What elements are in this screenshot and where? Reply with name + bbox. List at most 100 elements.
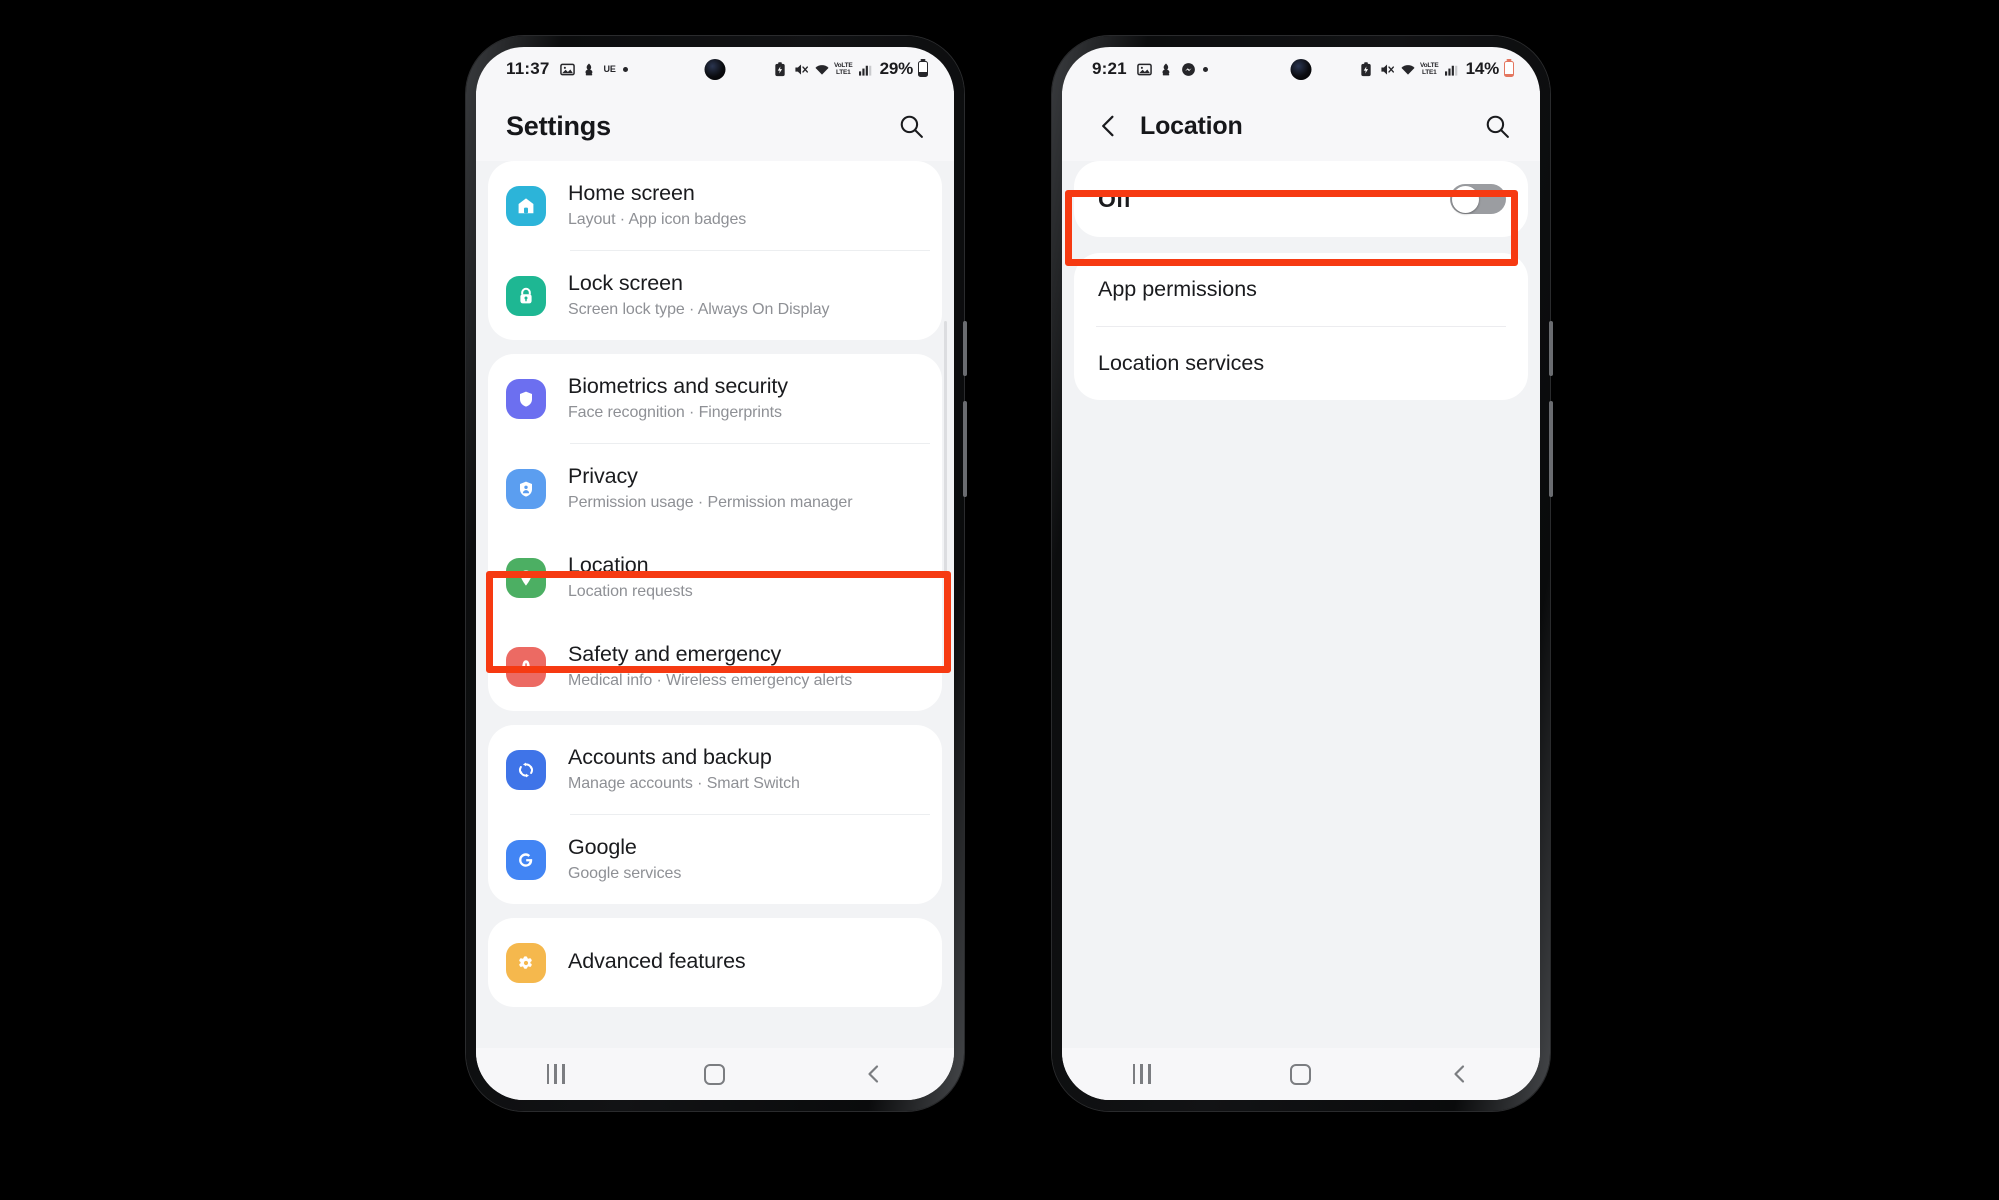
dot-indicator [1202, 66, 1208, 72]
gear-star-icon [506, 942, 546, 983]
item-label: App permissions [1098, 277, 1257, 301]
item-title: Accounts and backup [568, 745, 772, 769]
settings-group-accounts: Accounts and backup Manage accounts · Sm… [488, 725, 942, 904]
gallery-icon [1137, 62, 1152, 77]
shield-icon [506, 378, 546, 419]
location-toggle-card: Off [1074, 161, 1528, 237]
status-right-group: VoLTE LTE1 14% [1360, 59, 1514, 79]
settings-item-google[interactable]: Google Google services [488, 815, 942, 904]
status-bar-right: 9:21 VoLTE LTE1 14% [1062, 47, 1540, 91]
location-pin-icon [506, 557, 546, 598]
item-subtitle: Google services [568, 865, 682, 882]
item-title: Lock screen [568, 271, 683, 295]
status-left-group: 11:37 UE [506, 59, 628, 79]
google-g-icon [506, 839, 546, 880]
settings-item-accounts-and-backup[interactable]: Accounts and backup Manage accounts · Sm… [488, 725, 942, 814]
item-subtitle: Screen lock type · Always On Display [568, 301, 830, 318]
sync-icon [506, 749, 546, 790]
battery-icon [918, 61, 928, 77]
battery-saver-icon [1360, 61, 1375, 77]
item-subtitle: Location requests [568, 583, 693, 600]
download-icon [582, 62, 597, 77]
item-subtitle: Layout · App icon badges [568, 211, 747, 228]
home-icon [506, 185, 546, 226]
back-button[interactable] [1425, 1054, 1495, 1094]
wifi-icon [1400, 62, 1415, 77]
power-button-right[interactable] [1549, 321, 1553, 376]
phone-left: 11:37 UE VoLTE LTE1 29% Settings Home sc… [466, 36, 967, 1111]
privacy-shield-icon [506, 468, 546, 509]
search-icon[interactable] [894, 109, 928, 143]
location-options-card: App permissions Location services [1074, 253, 1528, 400]
ue-badge: UE [603, 64, 616, 74]
item-subtitle: Face recognition · Fingerprints [568, 404, 782, 421]
front-camera-punch-hole [704, 59, 726, 80]
recents-button[interactable] [521, 1054, 591, 1094]
battery-icon [1504, 61, 1514, 77]
download-icon [1159, 62, 1174, 77]
dot-indicator [622, 66, 628, 72]
siren-icon [506, 646, 546, 687]
location-header: Location [1062, 91, 1540, 161]
status-right-group: VoLTE LTE1 29% [774, 59, 928, 79]
scrollbar[interactable] [944, 321, 947, 651]
lock-icon [506, 275, 546, 316]
page-title: Settings [506, 110, 611, 141]
mute-icon [1380, 62, 1395, 77]
volume-button-left[interactable] [963, 401, 967, 497]
item-title: Biometrics and security [568, 374, 788, 398]
item-subtitle: Manage accounts · Smart Switch [568, 775, 800, 792]
home-button[interactable] [1266, 1054, 1336, 1094]
status-left-group: 9:21 [1092, 59, 1208, 79]
page-title: Location [1140, 111, 1243, 140]
item-subtitle: Permission usage · Permission manager [568, 494, 853, 511]
settings-item-safety-and-emergency[interactable]: Safety and emergency Medical info · Wire… [488, 622, 942, 711]
status-time: 9:21 [1092, 59, 1127, 78]
search-icon[interactable] [1480, 109, 1514, 143]
screenshot-stage: 11:37 UE VoLTE LTE1 29% Settings Home sc… [0, 0, 1999, 1200]
phone-right: 9:21 VoLTE LTE1 14% Location Off App per… [1052, 36, 1553, 1111]
item-title: Google [568, 835, 637, 859]
settings-item-location[interactable]: Location Location requests [488, 533, 942, 622]
phone-right-screen: 9:21 VoLTE LTE1 14% Location Off App per… [1062, 47, 1540, 1100]
back-button[interactable] [839, 1054, 909, 1094]
location-toggle-label: Off [1098, 185, 1132, 212]
mute-icon [794, 62, 809, 77]
item-subtitle: Medical info · Wireless emergency alerts [568, 672, 853, 689]
settings-item-lock-screen[interactable]: Lock screen Screen lock type · Always On… [488, 251, 942, 340]
messenger-icon [1181, 62, 1196, 77]
item-title: Privacy [568, 464, 638, 488]
recents-button[interactable] [1107, 1054, 1177, 1094]
location-item-app-permissions[interactable]: App permissions [1074, 253, 1528, 326]
status-time: 11:37 [506, 59, 550, 78]
signal-icon [1444, 62, 1459, 77]
location-toggle-switch[interactable] [1450, 184, 1506, 214]
navigation-bar-right [1062, 1048, 1540, 1100]
settings-item-advanced-features[interactable]: Advanced features [488, 918, 942, 1007]
settings-scroll-area[interactable]: Home screen Layout · App icon badges Loc… [476, 161, 954, 1048]
power-button-left[interactable] [963, 321, 967, 376]
settings-item-biometrics-and-security[interactable]: Biometrics and security Face recognition… [488, 354, 942, 443]
battery-saver-icon [774, 61, 789, 77]
item-title: Location [568, 553, 649, 577]
settings-group-display: Home screen Layout · App icon badges Loc… [488, 161, 942, 340]
location-content: Off App permissions Location services [1062, 161, 1540, 1048]
item-label: Location services [1098, 351, 1265, 375]
settings-item-home-screen[interactable]: Home screen Layout · App icon badges [488, 161, 942, 250]
signal-icon [858, 62, 873, 77]
front-camera-punch-hole [1290, 59, 1312, 80]
settings-group-advanced: Advanced features [488, 918, 942, 1007]
settings-group-security: Biometrics and security Face recognition… [488, 354, 942, 711]
home-button[interactable] [680, 1054, 750, 1094]
settings-item-privacy[interactable]: Privacy Permission usage · Permission ma… [488, 444, 942, 533]
volume-button-right[interactable] [1549, 401, 1553, 497]
battery-percent: 29% [879, 59, 914, 78]
location-toggle-row[interactable]: Off [1074, 161, 1528, 237]
gallery-icon [559, 62, 575, 77]
back-chevron-icon[interactable] [1092, 109, 1126, 143]
status-bar-left: 11:37 UE VoLTE LTE1 29% [476, 47, 954, 91]
item-title: Home screen [568, 181, 695, 205]
wifi-icon [814, 62, 829, 77]
navigation-bar-left [476, 1048, 954, 1100]
location-item-location-services[interactable]: Location services [1074, 327, 1528, 400]
